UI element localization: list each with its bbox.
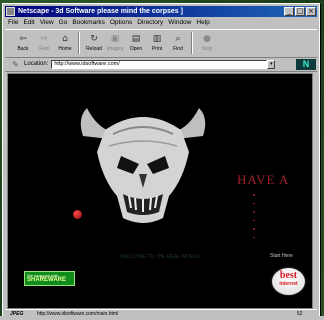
- title-bar[interactable]: Netscape - 3d Software please mind the c…: [5, 6, 317, 17]
- best-internet-badge[interactable]: best internet: [272, 268, 305, 295]
- images-button[interactable]: ▣ Images: [105, 30, 125, 55]
- forward-button[interactable]: ⇨ Fwd: [34, 30, 54, 55]
- shareware-badge[interactable]: We swapped with SHAREWARE: [24, 271, 75, 286]
- forward-arrow-icon: ⇨: [40, 34, 48, 44]
- headline-text: HAVE A: [237, 172, 290, 187]
- url-dropdown-button[interactable]: ▾: [267, 59, 276, 69]
- netscape-app-icon: [6, 7, 15, 16]
- open-label: Open: [129, 46, 143, 52]
- start-here-link[interactable]: Start Here: [270, 253, 293, 259]
- close-button[interactable]: ×: [306, 7, 316, 16]
- images-label: Images: [106, 46, 124, 52]
- menu-bar: File Edit View Go Bookmarks Options Dire…: [5, 18, 317, 28]
- tagline-text: WELCOME TO THE REAL WORLD: [120, 254, 200, 260]
- forward-label: Fwd: [39, 46, 49, 52]
- location-bar: ✎ Location: ▾: [5, 57, 317, 72]
- home-label: Home: [58, 46, 72, 52]
- page-content: HAVE A WELCOME TO THE REAL WORLD Start H…: [7, 73, 313, 309]
- stop-button[interactable]: ● Stop: [197, 30, 217, 55]
- browser-window: Netscape - 3d Software please mind the c…: [2, 3, 320, 319]
- menu-directory[interactable]: Directory: [137, 18, 163, 28]
- home-icon: ⌂: [62, 34, 68, 44]
- taskbar: [0, 316, 324, 320]
- minimize-button[interactable]: _: [284, 7, 294, 16]
- vertical-dot-column: [253, 194, 255, 245]
- toolbar-separator: [191, 32, 193, 54]
- reload-button[interactable]: ↻ Reload: [84, 30, 104, 55]
- open-button[interactable]: ▤ Open: [126, 30, 146, 55]
- navigation-toolbar: ⇦ Back ⇨ Fwd ⌂ Home ↻ Reload ▣ Images ▤ …: [5, 29, 317, 58]
- best-badge-sub: internet: [279, 281, 298, 287]
- best-badge-main: best: [279, 270, 298, 281]
- maximize-button[interactable]: □: [295, 7, 305, 16]
- images-icon: ▣: [110, 34, 120, 44]
- stop-label: Stop: [201, 46, 213, 52]
- location-label: Location:: [24, 61, 49, 67]
- reload-label: Reload: [86, 46, 102, 52]
- red-orb-icon[interactable]: [73, 210, 82, 219]
- home-button[interactable]: ⌂ Home: [55, 30, 75, 55]
- window-title: Netscape - 3d Software please mind the c…: [18, 8, 183, 15]
- menu-options[interactable]: Options: [110, 18, 132, 28]
- menu-help[interactable]: Help: [196, 18, 209, 28]
- netscape-logo-icon: N: [296, 59, 316, 70]
- print-button[interactable]: ▥ Print: [147, 30, 167, 55]
- demon-skull-image: [80, 108, 206, 223]
- url-input[interactable]: [51, 59, 268, 69]
- menu-bookmarks[interactable]: Bookmarks: [72, 18, 105, 28]
- shareware-badge-main: SHAREWARE: [27, 277, 67, 283]
- window-controls: _ □ ×: [284, 7, 316, 16]
- toolbar-separator: [78, 32, 80, 54]
- menu-edit[interactable]: Edit: [23, 18, 34, 28]
- back-button[interactable]: ⇦ Back: [13, 30, 33, 55]
- menu-go[interactable]: Go: [59, 18, 68, 28]
- reload-icon: ↻: [90, 34, 98, 44]
- print-label: Print: [151, 46, 163, 52]
- menu-view[interactable]: View: [40, 18, 54, 28]
- open-icon: ▤: [131, 34, 141, 44]
- back-arrow-icon: ⇦: [19, 34, 27, 44]
- print-icon: ▥: [152, 34, 162, 44]
- find-label: Find: [173, 46, 183, 52]
- menu-window[interactable]: Window: [168, 18, 191, 28]
- find-button[interactable]: ⌕ Find: [168, 30, 188, 55]
- find-icon: ⌕: [175, 34, 181, 44]
- bookmark-icon[interactable]: ✎: [12, 60, 22, 69]
- back-label: Back: [17, 46, 29, 52]
- menu-file[interactable]: File: [8, 18, 18, 28]
- stop-icon: ●: [203, 34, 211, 44]
